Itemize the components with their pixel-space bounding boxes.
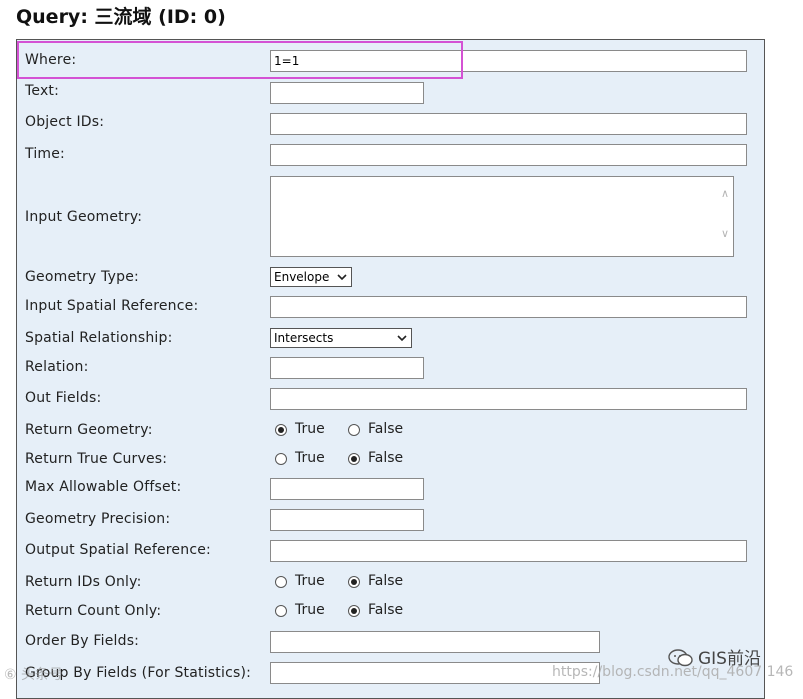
- return-count-only-false-radio[interactable]: [348, 605, 360, 617]
- input-geometry-textarea[interactable]: ∧ ∨: [270, 176, 734, 257]
- chevron-down-icon: [397, 335, 407, 342]
- watermark-brand: GIS前沿: [668, 644, 761, 669]
- text-input[interactable]: [270, 82, 424, 104]
- output-spatial-reference-label: Output Spatial Reference:: [25, 542, 211, 558]
- return-ids-only-label: Return IDs Only:: [25, 574, 142, 590]
- return-geometry-false-label: False: [368, 421, 404, 437]
- input-spatial-reference-input[interactable]: [270, 296, 747, 318]
- spatial-relationship-selected: Intersects: [274, 331, 334, 345]
- return-true-curves-false-radio[interactable]: [348, 453, 360, 465]
- return-count-only-false-label: False: [368, 602, 404, 618]
- input-geometry-label: Input Geometry:: [25, 209, 143, 225]
- input-spatial-reference-label: Input Spatial Reference:: [25, 298, 199, 314]
- watermark-left: ⑥ 头条号: [4, 667, 64, 683]
- relation-label: Relation:: [25, 359, 89, 375]
- order-by-fields-input[interactable]: [270, 631, 600, 653]
- max-allowable-offset-label: Max Allowable Offset:: [25, 479, 182, 495]
- scroll-down-icon[interactable]: ∨: [721, 227, 729, 240]
- watermark-brand-text: GIS前沿: [698, 649, 761, 669]
- return-ids-only-true-radio[interactable]: [275, 576, 287, 588]
- return-geometry-label: Return Geometry:: [25, 422, 153, 438]
- return-ids-only-false-radio[interactable]: [348, 576, 360, 588]
- return-true-curves-false-label: False: [368, 450, 404, 466]
- text-label: Text:: [25, 83, 60, 99]
- page-title: Query: 三流域 (ID: 0): [16, 6, 226, 28]
- out-fields-label: Out Fields:: [25, 390, 102, 406]
- time-input[interactable]: [270, 144, 747, 166]
- return-true-curves-true-radio[interactable]: [275, 453, 287, 465]
- spatial-relationship-label: Spatial Relationship:: [25, 330, 173, 346]
- spatial-relationship-select[interactable]: Intersects: [270, 328, 412, 348]
- time-label: Time:: [25, 146, 65, 162]
- return-ids-only-true-label: True: [295, 573, 325, 589]
- wechat-icon: [668, 649, 693, 667]
- geometry-type-label: Geometry Type:: [25, 269, 139, 285]
- geometry-type-selected: Envelope: [274, 270, 330, 284]
- return-count-only-true-label: True: [295, 602, 325, 618]
- where-input[interactable]: 1=1: [270, 50, 747, 72]
- geometry-type-select[interactable]: Envelope: [270, 267, 352, 287]
- relation-input[interactable]: [270, 357, 424, 379]
- max-allowable-offset-input[interactable]: [270, 478, 424, 500]
- query-form: Where: 1=1 Text: Object IDs: Time: Input…: [16, 39, 765, 699]
- object-ids-label: Object IDs:: [25, 114, 105, 130]
- out-fields-input[interactable]: [270, 388, 747, 410]
- geometry-precision-label: Geometry Precision:: [25, 511, 171, 527]
- chevron-down-icon: [337, 274, 347, 281]
- scroll-up-icon[interactable]: ∧: [721, 187, 729, 200]
- output-spatial-reference-input[interactable]: [270, 540, 747, 562]
- geometry-precision-input[interactable]: [270, 509, 424, 531]
- group-by-fields-input[interactable]: [270, 662, 600, 684]
- return-geometry-true-radio[interactable]: [275, 424, 287, 436]
- object-ids-input[interactable]: [270, 113, 747, 135]
- return-ids-only-false-label: False: [368, 573, 404, 589]
- return-geometry-true-label: True: [295, 421, 325, 437]
- return-true-curves-true-label: True: [295, 450, 325, 466]
- return-count-only-true-radio[interactable]: [275, 605, 287, 617]
- where-label: Where:: [25, 52, 77, 68]
- order-by-fields-label: Order By Fields:: [25, 633, 140, 649]
- return-true-curves-label: Return True Curves:: [25, 451, 168, 467]
- return-count-only-label: Return Count Only:: [25, 603, 162, 619]
- return-geometry-false-radio[interactable]: [348, 424, 360, 436]
